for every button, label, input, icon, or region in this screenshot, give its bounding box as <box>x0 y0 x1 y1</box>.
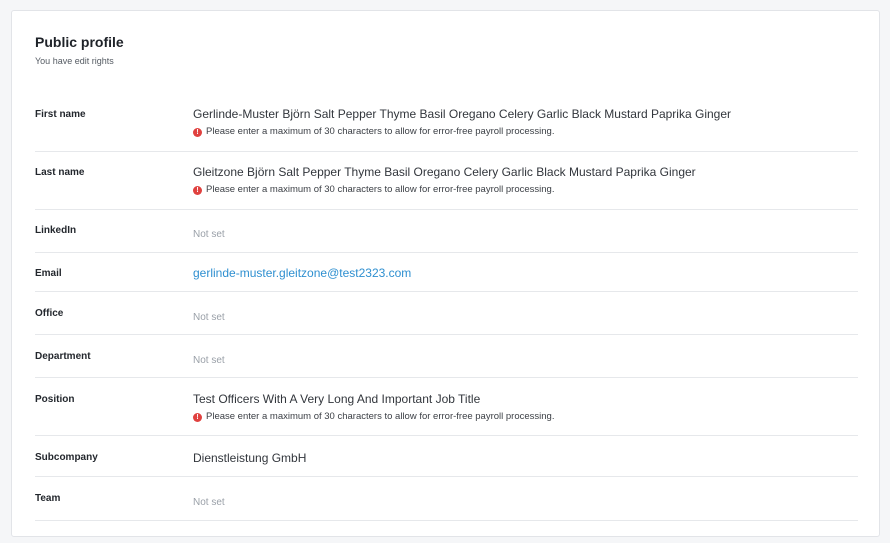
team-value[interactable]: Not set <box>193 497 858 509</box>
error-message: Please enter a maximum of 30 characters … <box>206 126 555 137</box>
field-label: Team <box>35 493 61 504</box>
error-message: Please enter a maximum of 30 characters … <box>206 411 555 422</box>
email-link[interactable]: gerlinde-muster.gleitzone@test2323.com <box>193 266 858 281</box>
exclamation-circle-icon: ! <box>193 185 202 195</box>
field-label: Department <box>35 351 91 362</box>
field-label: Subcompany <box>35 452 98 463</box>
subcompany-value[interactable]: Dienstleistung GmbH <box>193 451 858 466</box>
field-row-office[interactable]: Office Not set <box>35 292 858 335</box>
first-name-value[interactable]: Gerlinde-Muster Björn Salt Pepper Thyme … <box>193 107 858 122</box>
field-label: Position <box>35 394 75 405</box>
public-profile-card: Public profile You have edit rights Firs… <box>11 10 880 537</box>
field-row-position[interactable]: Position Test Officers With A Very Long … <box>35 378 858 436</box>
office-value[interactable]: Not set <box>193 312 858 324</box>
position-error: ! Please enter a maximum of 30 character… <box>193 411 858 423</box>
position-value[interactable]: Test Officers With A Very Long And Impor… <box>193 392 858 407</box>
field-label: Email <box>35 268 62 279</box>
field-label: Office <box>35 308 64 319</box>
field-label: Last name <box>35 167 85 178</box>
error-message: Please enter a maximum of 30 characters … <box>206 184 555 195</box>
department-value[interactable]: Not set <box>193 355 858 367</box>
field-label: First name <box>35 109 86 120</box>
field-row-last-name[interactable]: Last name Gleitzone Björn Salt Pepper Th… <box>35 152 858 210</box>
field-row-team[interactable]: Team Not set <box>35 477 858 521</box>
field-row-linkedin[interactable]: LinkedIn Not set <box>35 210 858 253</box>
profile-fields: First name Gerlinde-Muster Björn Salt Pe… <box>35 95 858 521</box>
field-label: LinkedIn <box>35 225 77 236</box>
field-row-email[interactable]: Email gerlinde-muster.gleitzone@test2323… <box>35 253 858 292</box>
last-name-error: ! Please enter a maximum of 30 character… <box>193 184 858 196</box>
field-row-department[interactable]: Department Not set <box>35 335 858 378</box>
section-title: Public profile <box>35 34 124 50</box>
exclamation-circle-icon: ! <box>193 127 202 137</box>
field-row-first-name[interactable]: First name Gerlinde-Muster Björn Salt Pe… <box>35 95 858 152</box>
field-row-subcompany[interactable]: Subcompany Dienstleistung GmbH <box>35 436 858 477</box>
first-name-error: ! Please enter a maximum of 30 character… <box>193 126 858 138</box>
edit-rights-note: You have edit rights <box>35 56 114 66</box>
linkedin-value[interactable]: Not set <box>193 229 858 241</box>
exclamation-circle-icon: ! <box>193 412 202 422</box>
profile-header: Public profile You have edit rights <box>35 34 124 67</box>
last-name-value[interactable]: Gleitzone Björn Salt Pepper Thyme Basil … <box>193 165 858 180</box>
